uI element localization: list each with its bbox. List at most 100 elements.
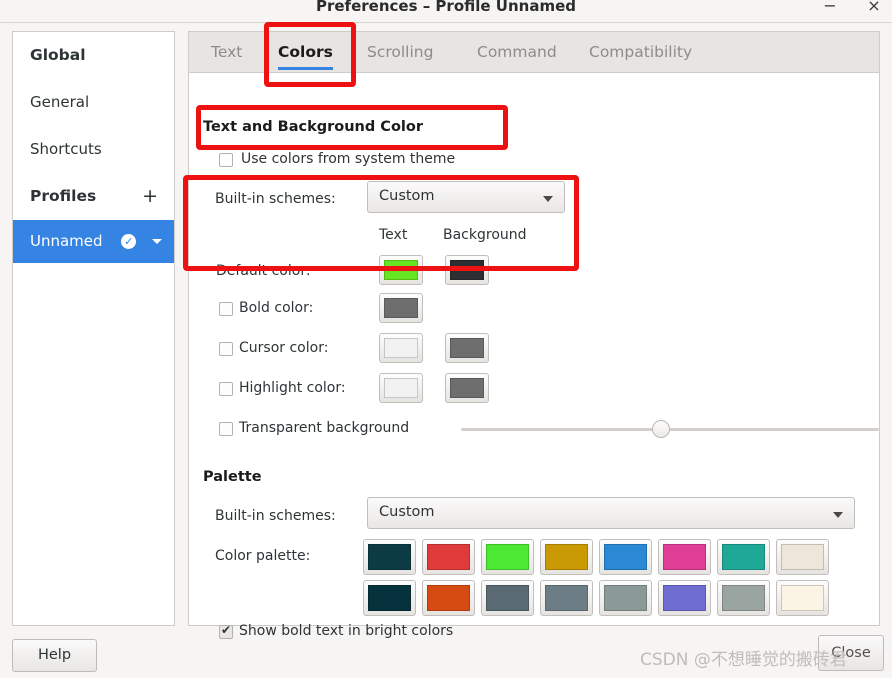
swatch-fill — [722, 544, 765, 570]
cursor-text-color-swatch[interactable] — [379, 333, 423, 363]
palette-swatch-5[interactable] — [658, 539, 711, 575]
bold-color-checkbox[interactable] — [219, 302, 233, 316]
tab-bar: Text Colors Scrolling Command Compatibil… — [189, 32, 879, 73]
tab-command-label: Command — [477, 43, 557, 61]
window-title: Preferences – Profile Unnamed — [315, 0, 576, 15]
slider-track — [461, 428, 879, 431]
palette-swatch-9[interactable] — [422, 580, 475, 616]
chevron-down-icon — [543, 196, 553, 202]
swatch-fill — [722, 585, 765, 611]
transparent-background-checkbox[interactable] — [219, 422, 233, 436]
cursor-color-checkbox[interactable] — [219, 342, 233, 356]
palette-swatch-4[interactable] — [599, 539, 652, 575]
bold-text-color-swatch[interactable] — [379, 293, 423, 323]
swatch-fill — [663, 585, 706, 611]
palette-swatch-11[interactable] — [540, 580, 593, 616]
tab-compatibility-label: Compatibility — [589, 43, 693, 61]
swatch-fill — [384, 298, 418, 318]
swatch-fill — [663, 544, 706, 570]
palette-swatch-12[interactable] — [599, 580, 652, 616]
sidebar-item-shortcuts[interactable]: Shortcuts — [13, 126, 174, 173]
add-profile-button[interactable]: + — [142, 173, 158, 220]
swatch-fill — [427, 544, 470, 570]
palette-swatch-0[interactable] — [363, 539, 416, 575]
swatch-fill — [368, 585, 411, 611]
swatch-fill — [384, 338, 418, 358]
preferences-main-panel: Text Colors Scrolling Command Compatibil… — [188, 31, 880, 639]
palette-swatch-10[interactable] — [481, 580, 534, 616]
sidebar-item-global[interactable]: Global — [13, 32, 174, 79]
swatch-fill — [545, 585, 588, 611]
sidebar-label-unnamed: Unnamed — [30, 232, 103, 250]
sidebar-label-shortcuts: Shortcuts — [30, 140, 102, 158]
builtin-schemes-value-text: Custom — [379, 188, 435, 204]
chevron-down-icon[interactable] — [152, 239, 162, 244]
swatch-fill — [368, 544, 411, 570]
swatch-fill — [781, 544, 824, 570]
default-background-color-swatch[interactable] — [445, 255, 489, 285]
swatch-fill — [545, 544, 588, 570]
palette-swatch-3[interactable] — [540, 539, 593, 575]
sidebar-label-global: Global — [30, 46, 86, 64]
highlight-color-checkbox[interactable] — [219, 382, 233, 396]
tab-colors[interactable]: Colors — [278, 32, 333, 73]
sidebar-item-profiles: Profiles + — [13, 173, 174, 220]
colors-tab-content: Text and Background Color Use colors fro… — [189, 73, 879, 639]
palette-swatch-2[interactable] — [481, 539, 534, 575]
help-button[interactable]: Help — [12, 639, 97, 672]
transparent-background-label: Transparent background — [239, 420, 410, 436]
sidebar-label-general: General — [30, 93, 90, 111]
swatch-fill — [427, 585, 470, 611]
watermark-text: CSDN @不想睡觉的搬砖君 — [640, 650, 847, 670]
minimize-button[interactable]: − — [820, 0, 840, 16]
transparency-slider[interactable] — [461, 420, 879, 438]
sidebar-label-profiles: Profiles — [30, 187, 97, 205]
tab-compatibility[interactable]: Compatibility — [589, 32, 692, 73]
builtin-schemes-combo-palette[interactable]: Custom — [367, 497, 855, 529]
swatch-fill — [384, 260, 418, 280]
palette-swatch-14[interactable] — [717, 580, 770, 616]
tab-command[interactable]: Command — [477, 32, 557, 73]
cursor-background-color-swatch[interactable] — [445, 333, 489, 363]
swatch-fill — [384, 378, 418, 398]
section-title-palette: Palette — [203, 469, 262, 485]
title-bar: Preferences – Profile Unnamed − × — [0, 0, 892, 23]
highlight-color-label: Highlight color: — [239, 380, 346, 396]
slider-handle[interactable] — [652, 420, 670, 438]
show-bold-bright-checkbox[interactable] — [219, 623, 233, 639]
column-header-text: Text — [379, 227, 408, 243]
tab-active-underline — [278, 67, 333, 70]
palette-swatch-7[interactable] — [776, 539, 829, 575]
swatch-fill — [450, 260, 484, 280]
color-palette-label: Color palette: — [215, 548, 311, 564]
sidebar-item-unnamed-profile[interactable]: Unnamed ✓ — [13, 220, 174, 263]
tab-text-label: Text — [211, 43, 243, 61]
highlight-text-color-swatch[interactable] — [379, 373, 423, 403]
show-bold-bright-label: Show bold text in bright colors — [239, 623, 454, 639]
palette-swatch-13[interactable] — [658, 580, 711, 616]
palette-swatch-6[interactable] — [717, 539, 770, 575]
default-color-label: Default color: — [216, 263, 311, 279]
use-system-theme-label: Use colors from system theme — [241, 151, 456, 167]
sidebar-item-general[interactable]: General — [13, 79, 174, 126]
palette-swatch-8[interactable] — [363, 580, 416, 616]
sidebar: Global General Shortcuts Profiles + Unna… — [12, 31, 175, 626]
swatch-fill — [486, 544, 529, 570]
builtin-schemes-label-text: Built-in schemes: — [215, 191, 336, 207]
tab-scrolling-label: Scrolling — [367, 43, 434, 61]
default-text-color-swatch[interactable] — [379, 255, 423, 285]
chevron-down-icon — [833, 512, 843, 518]
builtin-schemes-combo-text[interactable]: Custom — [367, 181, 565, 213]
swatch-fill — [604, 544, 647, 570]
highlight-background-color-swatch[interactable] — [445, 373, 489, 403]
palette-swatch-15[interactable] — [776, 580, 829, 616]
palette-swatch-1[interactable] — [422, 539, 475, 575]
close-window-button[interactable]: × — [864, 0, 884, 16]
tab-text[interactable]: Text — [211, 32, 242, 73]
check-circle-icon[interactable]: ✓ — [121, 234, 137, 249]
section-title-text-background: Text and Background Color — [203, 119, 423, 135]
column-header-background: Background — [443, 227, 527, 243]
use-system-theme-checkbox[interactable] — [219, 153, 233, 167]
builtin-schemes-value-palette: Custom — [379, 504, 435, 520]
tab-scrolling[interactable]: Scrolling — [367, 32, 433, 73]
